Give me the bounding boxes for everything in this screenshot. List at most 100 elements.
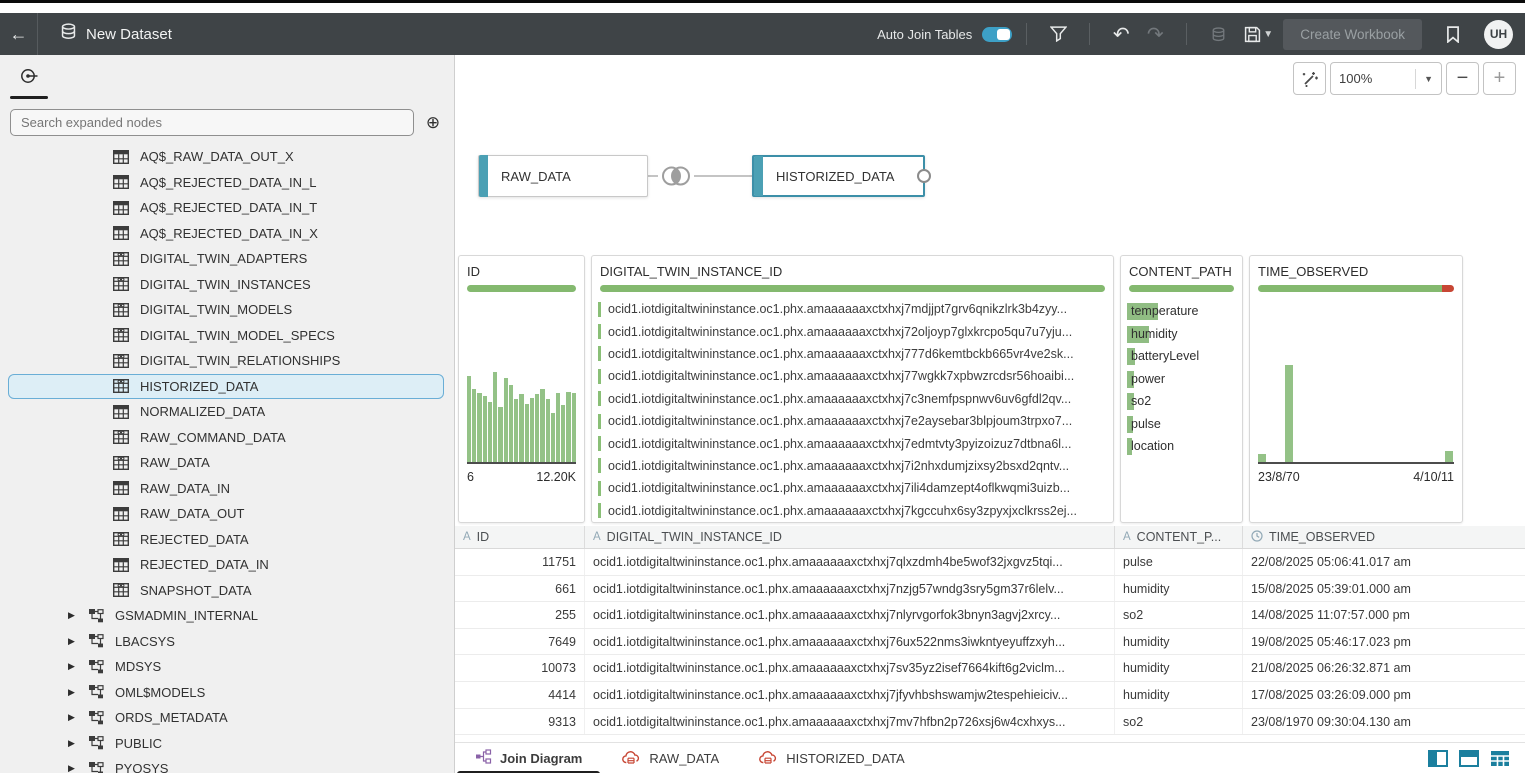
tree-item-raw_command_data[interactable]: RAW_COMMAND_DATA — [0, 425, 454, 451]
table-row[interactable]: 4414ocid1.iotdigitaltwininstance.oc1.phx… — [455, 682, 1525, 709]
tile-title: ID — [459, 256, 584, 279]
zoom-in-button[interactable]: + — [1483, 62, 1516, 95]
user-avatar[interactable]: UH — [1484, 20, 1513, 49]
expand-caret-icon[interactable]: ▶ — [68, 610, 78, 621]
column-header-content-path[interactable]: ACONTENT_P... — [1115, 526, 1243, 548]
view-icon — [113, 583, 129, 597]
tree-item-normalized_data[interactable]: NORMALIZED_DATA — [0, 399, 454, 425]
tree-item-aq$_rejected_data_in_t[interactable]: AQ$_REJECTED_DATA_IN_T — [0, 195, 454, 221]
back-button[interactable]: ← — [0, 13, 38, 55]
data-table-view-icon[interactable] — [1489, 748, 1511, 768]
tab-connections[interactable] — [12, 67, 46, 99]
filter-icon[interactable] — [1041, 19, 1075, 49]
column-header-digital-twin-instance-id[interactable]: ADIGITAL_TWIN_INSTANCE_ID — [585, 526, 1115, 548]
tab-historized-data[interactable]: HISTORIZED_DATA — [739, 743, 924, 773]
tree-item-gsmadmin_internal[interactable]: ▶GSMADMIN_INTERNAL — [0, 603, 454, 629]
table-row[interactable]: 661ocid1.iotdigitaltwininstance.oc1.phx.… — [455, 576, 1525, 603]
tree-item-digital_twin_adapters[interactable]: DIGITAL_TWIN_ADAPTERS — [0, 246, 454, 272]
dataset-editor-main: 100% ▼ − + RAW_DATA HISTORIZED_DATA — [455, 55, 1525, 773]
tree-item-public[interactable]: ▶PUBLIC — [0, 731, 454, 757]
value-tick-bar — [598, 391, 601, 406]
tree-item-rejected_data_in[interactable]: REJECTED_DATA_IN — [0, 552, 454, 578]
join-node-historized-data[interactable]: HISTORIZED_DATA — [752, 155, 925, 197]
column-tile-digital-twin-instance-id[interactable]: DIGITAL_TWIN_INSTANCE_ID ocid1.iotdigita… — [591, 255, 1114, 523]
tree-item-digital_twin_relationships[interactable]: DIGITAL_TWIN_RELATIONSHIPS — [0, 348, 454, 374]
tree-item-historized_data[interactable]: HISTORIZED_DATA — [8, 374, 444, 400]
table-row[interactable]: 255ocid1.iotdigitaltwininstance.oc1.phx.… — [455, 602, 1525, 629]
histogram-bar — [566, 392, 570, 462]
save-menu-caret[interactable]: ▼ — [1263, 29, 1273, 40]
inner-join-icon[interactable] — [658, 163, 694, 194]
tree-item-mdsys[interactable]: ▶ MDSYS — [0, 654, 454, 680]
join-diagram-canvas[interactable]: 100% ▼ − + RAW_DATA HISTORIZED_DATA — [455, 55, 1525, 255]
column-tile-id[interactable]: ID 6 12.20K — [458, 255, 585, 523]
content-path-value-bars: temperaturehumiditybatteryLevelpowerso2p… — [1121, 296, 1242, 458]
expand-caret-icon[interactable]: ▶ — [68, 763, 78, 773]
tree-item-rejected_data[interactable]: REJECTED_DATA — [0, 527, 454, 553]
value-row: ocid1.iotdigitaltwininstance.oc1.phx.ama… — [598, 388, 1105, 410]
value-bar-row: humidity — [1127, 323, 1236, 346]
expand-caret-icon[interactable]: ▶ — [68, 738, 78, 749]
tree-item-digital_twin_models[interactable]: DIGITAL_TWIN_MODELS — [0, 297, 454, 323]
table-icon — [113, 226, 129, 240]
tree-item-oml$models[interactable]: ▶OML$MODELS — [0, 680, 454, 706]
histogram-bar — [498, 407, 502, 462]
quality-bar — [1258, 285, 1454, 292]
tile-title: TIME_OBSERVED — [1250, 256, 1462, 279]
undo-icon[interactable]: ↶ — [1104, 19, 1138, 49]
tree-item-ords_metadata[interactable]: ▶ORDS_METADATA — [0, 705, 454, 731]
tree-item-digital_twin_instances[interactable]: DIGITAL_TWIN_INSTANCES — [0, 272, 454, 298]
value-bar-row: batteryLevel — [1127, 345, 1236, 368]
zoom-level-select[interactable]: 100% ▼ — [1330, 62, 1442, 95]
quality-bar — [1129, 285, 1234, 292]
search-input[interactable] — [10, 109, 414, 136]
expand-caret-icon[interactable]: ▶ — [68, 636, 78, 647]
tab-raw-data[interactable]: RAW_DATA — [602, 743, 739, 773]
auto-layout-icon[interactable] — [1293, 62, 1326, 95]
node-join-handle[interactable] — [917, 169, 931, 183]
table-row[interactable]: 7649ocid1.iotdigitaltwininstance.oc1.phx… — [455, 629, 1525, 656]
cell-id: 10073 — [455, 655, 585, 681]
auto-join-toggle[interactable] — [982, 27, 1012, 42]
tree-item-raw_data_in[interactable]: RAW_DATA_IN — [0, 476, 454, 502]
tree-item-label: REJECTED_DATA — [140, 532, 249, 547]
value-text: ocid1.iotdigitaltwininstance.oc1.phx.ama… — [608, 414, 1072, 428]
tree-item-snapshot_data[interactable]: SNAPSHOT_DATA — [0, 578, 454, 604]
add-connection-icon[interactable]: ⊕ — [422, 112, 444, 134]
tree-item-aq$_rejected_data_in_x[interactable]: AQ$_REJECTED_DATA_IN_X — [0, 221, 454, 247]
layout-left-panel-icon[interactable] — [1427, 748, 1449, 768]
table-row[interactable]: 11751ocid1.iotdigitaltwininstance.oc1.ph… — [455, 549, 1525, 576]
tree-item-aq$_raw_data_out_x[interactable]: AQ$_RAW_DATA_OUT_X — [0, 144, 454, 170]
expand-caret-icon[interactable]: ▶ — [68, 687, 78, 698]
expand-caret-icon[interactable]: ▶ — [68, 712, 78, 723]
value-bar-row: power — [1127, 368, 1236, 391]
create-workbook-button[interactable]: Create Workbook — [1283, 19, 1422, 50]
tree-item-raw_data[interactable]: RAW_DATA — [0, 450, 454, 476]
table-row[interactable]: 9313ocid1.iotdigitaltwininstance.oc1.phx… — [455, 709, 1525, 736]
page-title: New Dataset — [86, 26, 172, 43]
join-node-raw-data[interactable]: RAW_DATA — [478, 155, 648, 197]
column-header-id[interactable]: AID — [455, 526, 585, 548]
histogram-bar — [546, 399, 550, 462]
tree-item-label: MDSYS — [115, 659, 161, 674]
tree-item-aq$_rejected_data_in_l[interactable]: AQ$_REJECTED_DATA_IN_L — [0, 170, 454, 196]
tree-item-digital_twin_model_specs[interactable]: DIGITAL_TWIN_MODEL_SPECS — [0, 323, 454, 349]
tab-join-diagram[interactable]: Join Diagram — [455, 743, 602, 773]
layout-top-panel-icon[interactable] — [1458, 748, 1480, 768]
column-tile-content-path[interactable]: CONTENT_PATH temperaturehumiditybatteryL… — [1120, 255, 1243, 523]
table-icon — [113, 558, 129, 572]
value-row: ocid1.iotdigitaltwininstance.oc1.phx.ama… — [598, 432, 1105, 454]
table-row[interactable]: 10073ocid1.iotdigitaltwininstance.oc1.ph… — [455, 655, 1525, 682]
expand-caret-icon[interactable]: ▶ — [68, 661, 78, 672]
tree-item-pyqsys[interactable]: ▶PYQSYS — [0, 756, 454, 773]
column-header-time-observed[interactable]: TIME_OBSERVED — [1243, 526, 1525, 548]
column-tile-time-observed[interactable]: TIME_OBSERVED 23/8/70 4/10/11 — [1249, 255, 1463, 523]
tree-item-lbacsys[interactable]: ▶LBACSYS — [0, 629, 454, 655]
value-tick-bar — [598, 346, 601, 361]
zoom-out-button[interactable]: − — [1446, 62, 1479, 95]
cell-id: 4414 — [455, 682, 585, 708]
cell-dt: ocid1.iotdigitaltwininstance.oc1.phx.ama… — [585, 629, 1115, 655]
tree-item-raw_data_out[interactable]: RAW_DATA_OUT — [0, 501, 454, 527]
browser-top-strip — [0, 0, 1525, 13]
bookmark-icon[interactable] — [1436, 19, 1470, 49]
